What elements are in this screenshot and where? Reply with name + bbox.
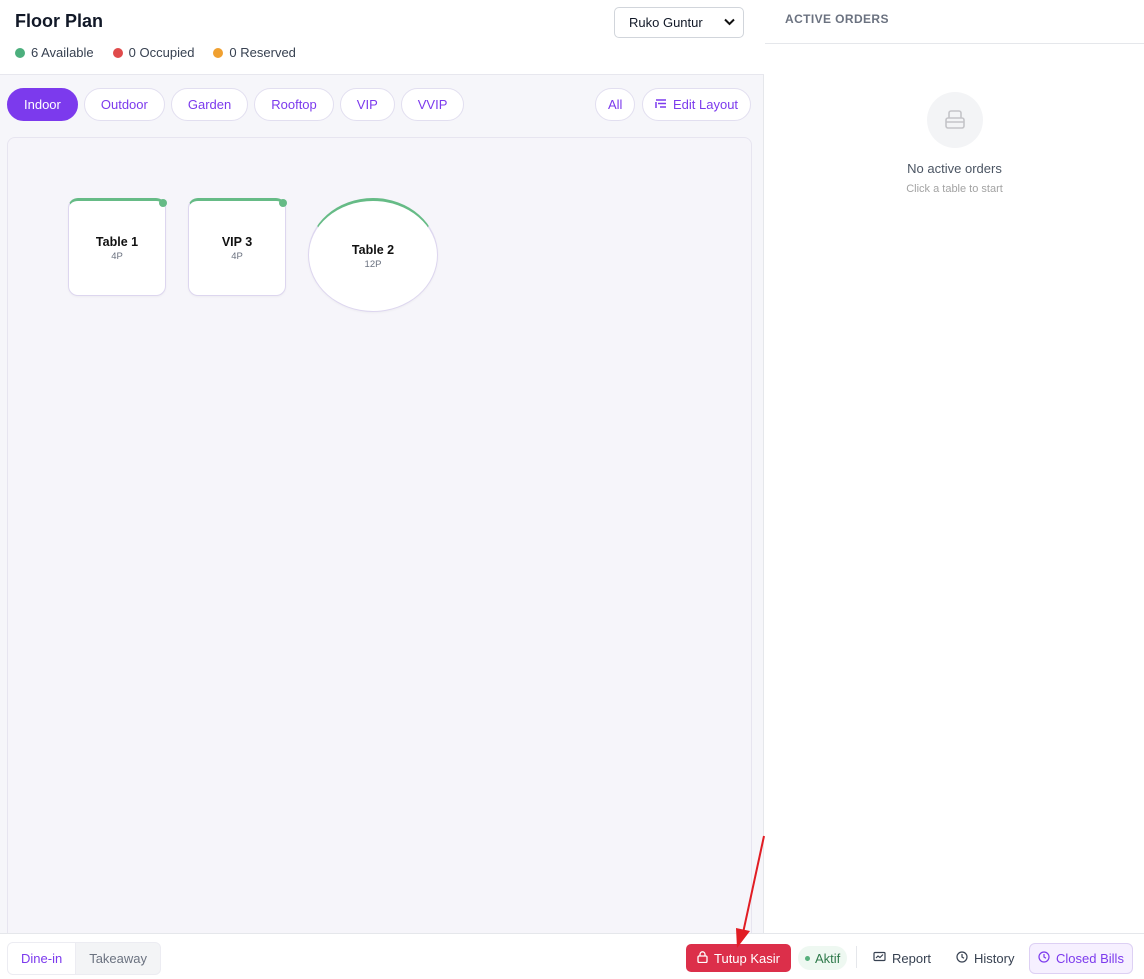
status-badge: Aktif [798, 946, 848, 970]
lock-icon [697, 950, 708, 966]
table-capacity: 4P [111, 250, 123, 262]
mode-takeaway[interactable]: Takeaway [76, 943, 160, 974]
tab-vvip[interactable]: VVIP [400, 88, 465, 121]
edit-layout-button[interactable]: Edit Layout [642, 88, 752, 121]
location-select-value: Ruko Guntur [629, 15, 703, 30]
floor-canvas: Table 1 4P VIP 3 4P Table 2 12P [7, 137, 752, 933]
closed-bills-label: Closed Bills [1056, 951, 1124, 966]
inbox-icon [927, 92, 983, 148]
active-orders-title: ACTIVE ORDERS [785, 12, 889, 26]
floor-plan-header: Floor Plan 6 Available 0 Occupied 0 Rese… [0, 0, 764, 75]
floor-plan-panel: Floor Plan 6 Available 0 Occupied 0 Rese… [0, 0, 764, 933]
reserved-dot-icon [213, 47, 224, 58]
table-name: VIP 3 [221, 234, 253, 249]
legend-occupied: 0 Occupied [112, 45, 195, 60]
report-label: Report [892, 950, 932, 966]
chevron-down-icon [724, 17, 735, 29]
all-button[interactable]: All [595, 88, 636, 121]
occupied-dot-icon [112, 47, 123, 58]
table-name: Table 2 [351, 242, 395, 257]
status-dot-icon [159, 199, 167, 207]
available-dot-icon [15, 47, 25, 58]
tab-indoor[interactable]: Indoor [7, 88, 78, 121]
tutup-kasir-button[interactable]: Tutup Kasir [686, 944, 791, 972]
empty-state-subtitle: Click a table to start [906, 183, 1003, 195]
history-label: History [974, 950, 1015, 966]
status-dot-icon [805, 955, 810, 961]
status-legend: 6 Available 0 Occupied 0 Reserved [15, 45, 296, 60]
status-label: Aktif [815, 950, 841, 966]
legend-available: 6 Available [15, 45, 94, 60]
tab-rooftop[interactable]: Rooftop [254, 88, 334, 121]
order-mode-toggle: Dine-in Takeaway [7, 942, 161, 975]
empty-state-title: No active orders [907, 161, 1002, 176]
edit-layout-label: Edit Layout [673, 97, 739, 112]
location-select[interactable]: Ruko Guntur [614, 7, 744, 38]
mode-dine-in[interactable]: Dine-in [8, 943, 77, 974]
bottom-bar: Dine-in Takeaway Tutup Kasir Aktif Repor… [0, 933, 1144, 979]
table-card[interactable]: Table 2 12P [308, 198, 438, 312]
closed-bills-button[interactable]: Closed Bills [1029, 943, 1133, 974]
tutup-kasir-label: Tutup Kasir [714, 950, 780, 966]
pos-app: Floor Plan 6 Available 0 Occupied 0 Rese… [0, 0, 1144, 979]
sort-lines-icon [655, 97, 667, 112]
tab-outdoor[interactable]: Outdoor [83, 88, 165, 121]
legend-occupied-label: 0 Occupied [128, 45, 195, 60]
legend-available-label: 6 Available [31, 45, 94, 60]
divider [765, 43, 1144, 44]
page-title: Floor Plan [15, 11, 104, 31]
clock-icon [1038, 951, 1050, 966]
area-tabs: Indoor Outdoor Garden Rooftop VIP VVIP [7, 88, 465, 121]
tab-vip[interactable]: VIP [339, 88, 395, 121]
history-button[interactable]: History [956, 944, 1014, 972]
table-card[interactable]: VIP 3 4P [188, 198, 287, 296]
tab-garden[interactable]: Garden [170, 88, 249, 121]
report-icon [873, 951, 886, 966]
report-button[interactable]: Report [873, 944, 931, 972]
table-card[interactable]: Table 1 4P [68, 198, 167, 296]
active-orders-panel: ACTIVE ORDERS No active orders Click a t… [765, 0, 1144, 933]
legend-reserved-label: 0 Reserved [229, 45, 296, 60]
table-name: Table 1 [95, 234, 139, 249]
table-capacity: 4P [231, 250, 243, 262]
divider [856, 946, 857, 968]
legend-reserved: 0 Reserved [213, 45, 296, 60]
clock-icon [956, 950, 968, 966]
table-capacity: 12P [364, 258, 382, 270]
status-dot-icon [279, 199, 287, 207]
